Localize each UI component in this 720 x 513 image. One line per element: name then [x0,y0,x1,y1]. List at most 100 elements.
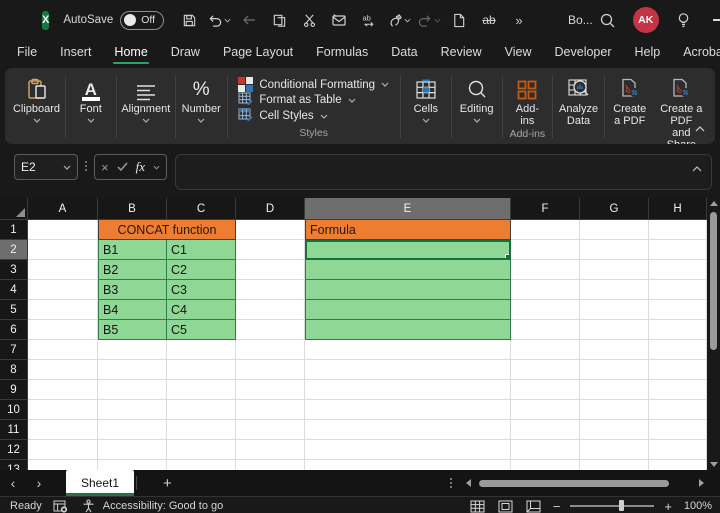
cell-A5[interactable] [28,300,98,320]
scroll-left-icon[interactable] [466,479,471,487]
cell-C2[interactable]: C1 [167,240,236,260]
editing-button[interactable]: Editing [455,72,499,142]
cell-C6[interactable]: C5 [167,320,236,340]
cell-G4[interactable] [580,280,649,300]
undo-icon[interactable] [207,8,231,32]
translate-icon[interactable]: ab [357,8,381,32]
tab-insert[interactable]: Insert [59,42,92,64]
scroll-up-icon[interactable] [710,201,718,206]
cell-F8[interactable] [511,360,580,380]
cell-B11[interactable] [98,420,167,440]
cell-B10[interactable] [98,400,167,420]
row-header-2[interactable]: 2 [0,240,28,260]
tab-page-layout[interactable]: Page Layout [222,42,294,64]
zoom-slider[interactable] [570,505,654,507]
cell-B4[interactable]: B3 [98,280,167,300]
cell-F13[interactable] [511,460,580,470]
zoom-level[interactable]: 100% [682,500,712,512]
row-header-12[interactable]: 12 [0,440,28,460]
cell-A1[interactable] [28,220,98,240]
clipboard-button[interactable]: Clipboard [11,72,62,142]
vertical-scroll-thumb[interactable] [710,212,717,350]
cell-B6[interactable]: B5 [98,320,167,340]
cell-B7[interactable] [98,340,167,360]
conditional-formatting-button[interactable]: Conditional Formatting [238,77,389,92]
cell-A10[interactable] [28,400,98,420]
cell-C3[interactable]: C2 [167,260,236,280]
row-header-13[interactable]: 13 [0,460,28,470]
cut-icon[interactable] [297,8,321,32]
cell-E3[interactable] [305,260,511,280]
select-all-corner[interactable] [0,198,28,220]
search-icon[interactable] [593,5,623,35]
vertical-scrollbar[interactable] [707,198,720,470]
tab-help[interactable]: Help [634,42,662,64]
cell-styles-button[interactable]: Cell Styles [238,108,389,124]
cell-D4[interactable] [236,280,305,300]
zoom-in-button[interactable]: + [664,499,672,513]
cell-B5[interactable]: B4 [98,300,167,320]
lightbulb-icon[interactable] [669,5,699,35]
cell-E4[interactable] [305,280,511,300]
tab-file[interactable]: File [16,42,38,64]
tab-draw[interactable]: Draw [170,42,201,64]
cell-G1[interactable] [580,220,649,240]
cell-D13[interactable] [236,460,305,470]
cell-E9[interactable] [305,380,511,400]
row-header-10[interactable]: 10 [0,400,28,420]
cell-B9[interactable] [98,380,167,400]
cell-H2[interactable] [649,240,707,260]
formula-input[interactable] [175,154,712,190]
accessibility-status[interactable]: Accessibility: Good to go [103,500,223,512]
new-file-icon[interactable] [447,8,471,32]
more-commands-icon[interactable]: » [507,8,531,32]
column-header-C[interactable]: C [167,198,236,220]
insert-function-icon[interactable]: fx [136,159,145,175]
cell-F12[interactable] [511,440,580,460]
row-header-8[interactable]: 8 [0,360,28,380]
create-pdf-button[interactable]: Create a PDF [608,72,652,144]
cell-D11[interactable] [236,420,305,440]
cell-B12[interactable] [98,440,167,460]
cell-A4[interactable] [28,280,98,300]
cells-button[interactable]: Cells [404,72,448,142]
cell-A11[interactable] [28,420,98,440]
cell-D12[interactable] [236,440,305,460]
cell-A9[interactable] [28,380,98,400]
cancel-icon[interactable]: × [101,160,109,175]
cell-E8[interactable] [305,360,511,380]
row-header-4[interactable]: 4 [0,280,28,300]
cell-G9[interactable] [580,380,649,400]
back-icon[interactable] [237,8,261,32]
scrollbar-resize-handle[interactable] [450,478,452,488]
cell-E7[interactable] [305,340,511,360]
cell-H10[interactable] [649,400,707,420]
cell-H5[interactable] [649,300,707,320]
cell-C10[interactable] [167,400,236,420]
cell-G6[interactable] [580,320,649,340]
cell-G5[interactable] [580,300,649,320]
collapse-ribbon-icon[interactable] [695,119,705,137]
autosave-toggle[interactable]: Off [120,11,164,30]
tab-view[interactable]: View [504,42,533,64]
cell-A8[interactable] [28,360,98,380]
column-header-G[interactable]: G [580,198,649,220]
cell-A7[interactable] [28,340,98,360]
cell-H1[interactable] [649,220,707,240]
cell-G3[interactable] [580,260,649,280]
cell-E6[interactable] [305,320,511,340]
cell-C13[interactable] [167,460,236,470]
cell-E12[interactable] [305,440,511,460]
zoom-out-button[interactable]: − [553,499,561,513]
row-header-9[interactable]: 9 [0,380,28,400]
cell-D3[interactable] [236,260,305,280]
cell-B8[interactable] [98,360,167,380]
page-layout-view-icon[interactable] [497,499,515,513]
name-box[interactable]: E2 [14,154,78,180]
minimize-button[interactable] [699,3,720,37]
cell-G2[interactable] [580,240,649,260]
horizontal-scroll-track[interactable] [479,479,691,487]
copy-icon[interactable] [267,8,291,32]
column-header-B[interactable]: B [98,198,167,220]
cell-C7[interactable] [167,340,236,360]
